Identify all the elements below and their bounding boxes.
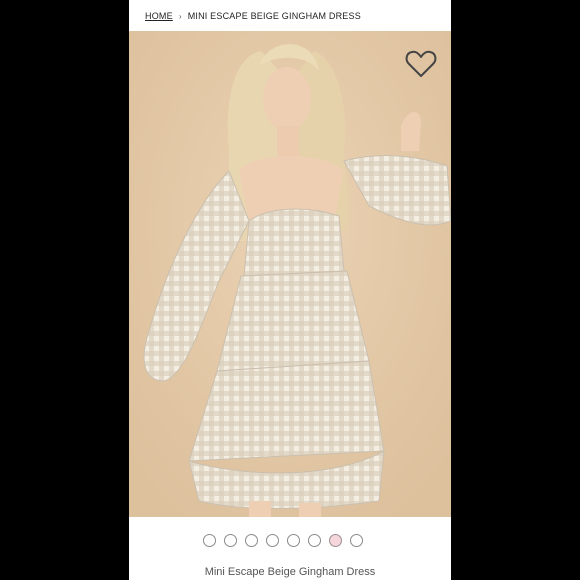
breadcrumb-home-link[interactable]: HOME <box>145 11 173 21</box>
heart-outline-icon <box>405 50 437 77</box>
product-page: HOME › MINI ESCAPE BEIGE GINGHAM DRESS M… <box>129 0 451 580</box>
wishlist-button[interactable] <box>405 49 437 79</box>
carousel-dot[interactable] <box>203 534 216 547</box>
carousel-dot[interactable] <box>266 534 279 547</box>
carousel-dot[interactable] <box>308 534 321 547</box>
breadcrumb-separator: › <box>178 11 182 21</box>
carousel-dot[interactable] <box>224 534 237 547</box>
product-photo[interactable] <box>129 31 451 517</box>
carousel-dot[interactable] <box>329 534 342 547</box>
breadcrumb-current: MINI ESCAPE BEIGE GINGHAM DRESS <box>187 11 361 21</box>
product-photo-illustration <box>129 31 451 517</box>
product-title: Mini Escape Beige Gingham Dress <box>204 566 376 578</box>
carousel-dot[interactable] <box>287 534 300 547</box>
image-carousel-dots <box>203 534 363 547</box>
breadcrumb: HOME › MINI ESCAPE BEIGE GINGHAM DRESS <box>145 9 361 23</box>
carousel-dot[interactable] <box>350 534 363 547</box>
carousel-dot[interactable] <box>245 534 258 547</box>
